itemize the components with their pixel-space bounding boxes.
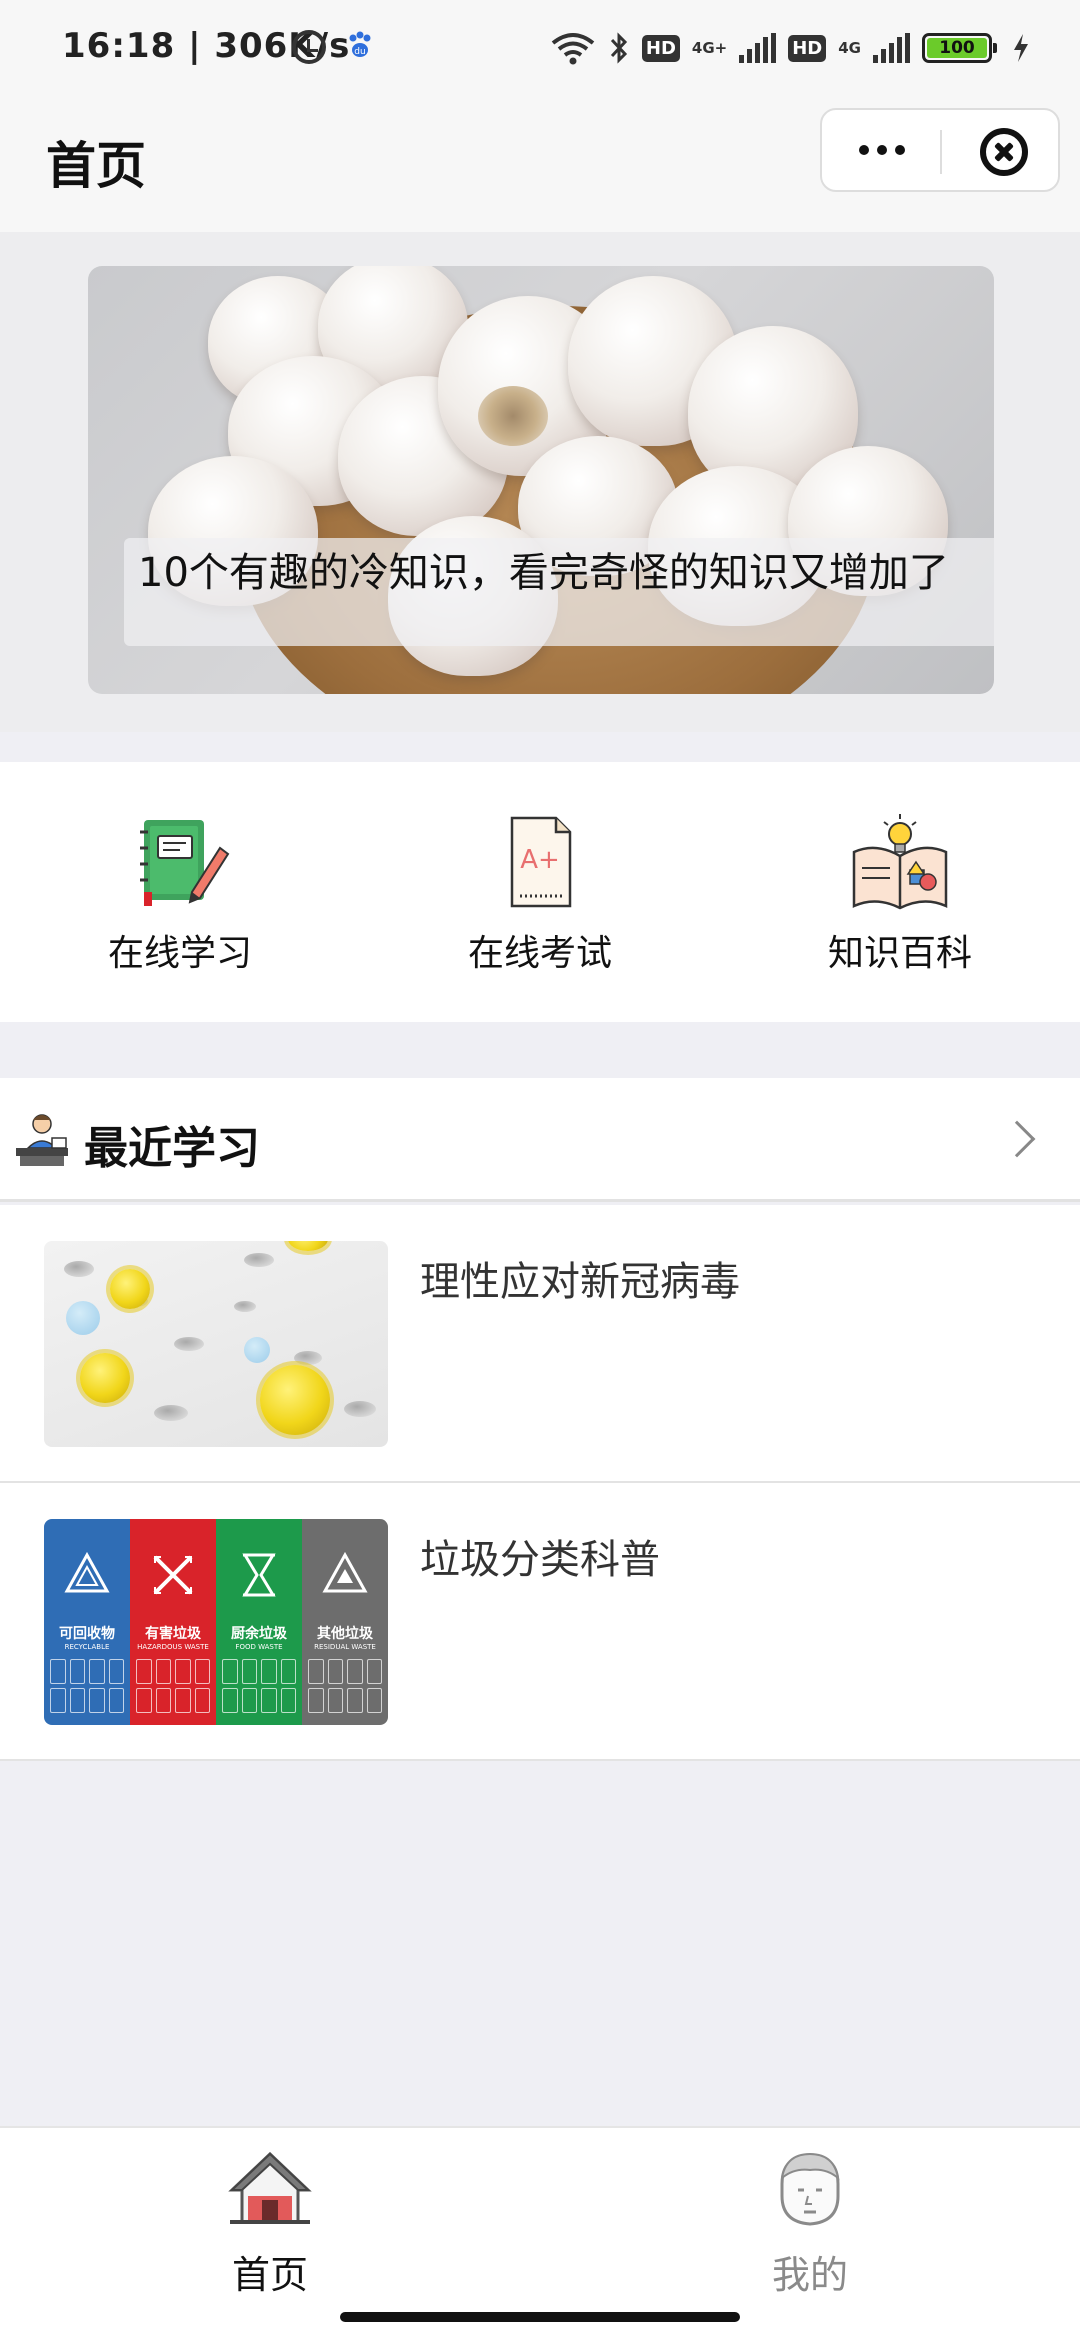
item-title: 垃圾分类科普 <box>420 1537 660 1583</box>
hourglass-icon <box>242 1553 276 1597</box>
bin-recyclable: 可回收物 RECYCLABLE <box>44 1519 130 1725</box>
more-dots-icon[interactable] <box>822 110 942 190</box>
menu-label: 在线学习 <box>107 933 252 974</box>
recent-section-header[interactable]: 最近学习 <box>0 1078 1080 1202</box>
hd-badge: HD <box>641 34 680 62</box>
bin-items <box>136 1659 210 1713</box>
battery-icon: 100 <box>922 33 997 63</box>
battery-level: 100 <box>927 38 987 58</box>
blue-ball <box>244 1337 270 1363</box>
tab-bar: 首页 我的 <box>0 2126 1080 2340</box>
page-title: 首页 <box>46 137 146 195</box>
garbage-sorting-thumbnail: 可回收物 RECYCLABLE 有害垃圾 HAZARDOUS WASTE 厨余垃… <box>44 1519 388 1725</box>
tab-label: 首页 <box>231 2253 308 2297</box>
hd-badge-2: HD <box>788 34 827 62</box>
capsule-divider <box>940 130 942 174</box>
virus-ball <box>288 1241 328 1251</box>
blue-ball <box>66 1301 100 1335</box>
banner-area: 10个有趣的冷知识，看完奇怪的知识又增加了 <box>0 232 1080 732</box>
wifi-icon <box>551 33 595 65</box>
menu-online-study[interactable]: 在线学习 <box>0 762 360 1022</box>
signal-icon-2 <box>873 33 910 63</box>
garlic-root <box>478 386 548 446</box>
status-icons: HD 4G+ HD 4G 100 <box>550 26 1030 70</box>
item-title: 理性应对新冠病毒 <box>420 1259 740 1305</box>
foam-hole <box>344 1401 376 1417</box>
covid-thumbnail <box>44 1241 388 1447</box>
foam-hole <box>174 1337 204 1351</box>
hazard-icon <box>153 1555 193 1595</box>
home-indicator <box>340 2312 740 2322</box>
residual-icon <box>322 1551 368 1593</box>
foam-hole <box>294 1351 322 1365</box>
tab-home[interactable]: 首页 <box>0 2128 540 2318</box>
student-desk-icon <box>16 1114 68 1166</box>
tab-label: 我的 <box>771 2253 848 2297</box>
close-circle-icon[interactable] <box>980 128 1028 176</box>
person-face-icon <box>780 2152 840 2226</box>
bin-sub: FOOD WASTE <box>235 1643 283 1651</box>
bin-name: 厨余垃圾 <box>231 1626 287 1642</box>
bin-food: 厨余垃圾 FOOD WASTE <box>216 1519 302 1725</box>
foam-hole <box>244 1253 274 1267</box>
menu-label: 在线考试 <box>467 933 612 974</box>
svg-text:du: du <box>354 47 365 57</box>
bluetooth-icon <box>610 32 627 64</box>
foam-hole <box>154 1405 188 1421</box>
bin-residual: 其他垃圾 RESIDUAL WASTE <box>302 1519 388 1725</box>
svg-text:A+: A+ <box>520 845 560 875</box>
menu-label: 知识百科 <box>827 933 972 974</box>
list-item[interactable]: 理性应对新冠病毒 <box>0 1205 1080 1483</box>
baidu-paw-icon: du <box>349 31 371 57</box>
foam-hole <box>64 1261 94 1277</box>
section-title: 最近学习 <box>84 1123 260 1174</box>
recycle-icon <box>64 1551 110 1593</box>
banner-carousel[interactable]: 10个有趣的冷知识，看完奇怪的知识又增加了 <box>88 266 994 694</box>
recent-list: 理性应对新冠病毒 可回收物 RECYCLABLE 有害垃圾 HAZARDOUS … <box>0 1205 1080 1761</box>
open-book-bulb-icon <box>852 814 948 910</box>
house-icon <box>228 2151 312 2224</box>
bin-hazardous: 有害垃圾 HAZARDOUS WASTE <box>130 1519 216 1725</box>
bin-items <box>50 1659 124 1713</box>
menu-online-exam[interactable]: A+ 在线考试 <box>360 762 720 1022</box>
list-item[interactable]: 可回收物 RECYCLABLE 有害垃圾 HAZARDOUS WASTE 厨余垃… <box>0 1483 1080 1761</box>
bin-sub: RESIDUAL WASTE <box>314 1643 376 1651</box>
notebook-pencil-icon <box>140 820 230 906</box>
virus-ball <box>110 1269 150 1309</box>
bin-items <box>222 1659 296 1713</box>
nav-bar: 首页 <box>0 96 1080 232</box>
tab-me[interactable]: 我的 <box>540 2128 1080 2318</box>
virus-ball <box>260 1365 330 1435</box>
bin-name: 有害垃圾 <box>145 1626 201 1642</box>
network-type: 4G+ <box>691 38 728 57</box>
charging-icon <box>1014 34 1028 62</box>
bin-items <box>308 1659 382 1713</box>
chevron-right-icon[interactable] <box>998 1120 1036 1158</box>
banner-caption: 10个有趣的冷知识，看完奇怪的知识又增加了 <box>124 538 994 646</box>
network-type-2: 4G <box>838 38 861 57</box>
status-bar: 16:18 | 306K/s du HD 4G+ HD 4G 100 <box>0 0 1080 96</box>
mini-program-capsule <box>820 108 1060 192</box>
signal-icon <box>739 33 777 63</box>
alarm-icon <box>292 30 326 64</box>
bin-sub: RECYCLABLE <box>64 1643 110 1651</box>
feature-menu: 在线学习 A+ 在线考试 知识百科 <box>0 762 1080 1022</box>
bin-name: 其他垃圾 <box>317 1626 373 1642</box>
foam-hole <box>234 1301 256 1312</box>
bin-sub: HAZARDOUS WASTE <box>137 1643 209 1651</box>
menu-encyclopedia[interactable]: 知识百科 <box>720 762 1080 1022</box>
virus-ball <box>80 1353 130 1403</box>
exam-paper-icon: A+ <box>510 816 572 908</box>
bin-name: 可回收物 <box>59 1626 115 1642</box>
